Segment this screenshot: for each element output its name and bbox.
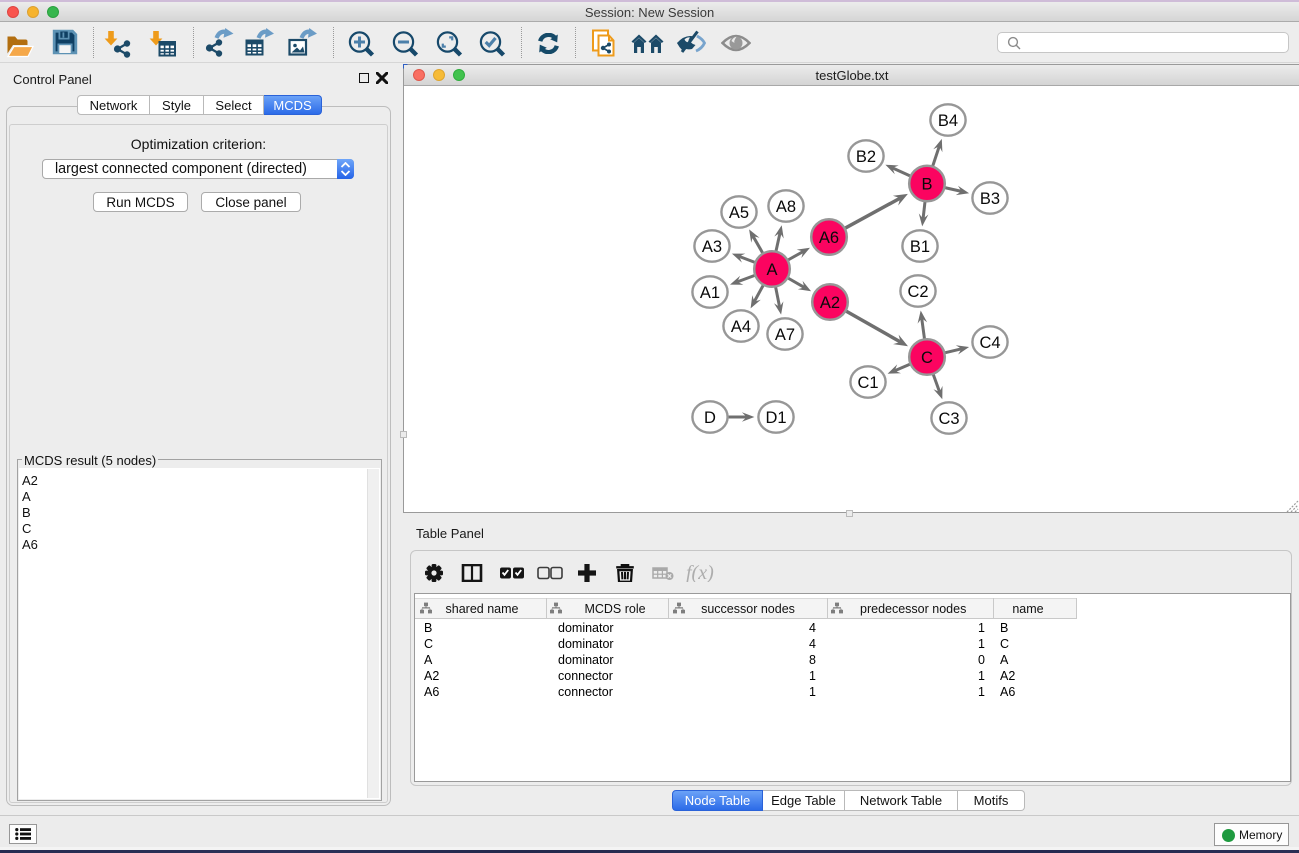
svg-text:A3: A3: [702, 238, 722, 256]
svg-text:A2: A2: [820, 294, 840, 312]
svg-text:A4: A4: [731, 318, 751, 336]
svg-text:D: D: [704, 409, 716, 427]
svg-text:A1: A1: [700, 284, 720, 302]
svg-text:C: C: [921, 349, 933, 367]
svg-text:C2: C2: [907, 283, 928, 301]
svg-text:C4: C4: [979, 334, 1000, 352]
svg-text:C1: C1: [857, 374, 878, 392]
svg-text:C3: C3: [938, 410, 959, 428]
svg-text:A: A: [766, 261, 777, 279]
svg-text:B4: B4: [938, 112, 958, 130]
svg-text:B2: B2: [856, 148, 876, 166]
svg-text:A6: A6: [819, 229, 839, 247]
svg-text:f(x): f(x): [686, 564, 714, 582]
svg-text:A8: A8: [776, 198, 796, 216]
svg-text:B: B: [921, 176, 932, 194]
svg-text:A5: A5: [729, 204, 749, 222]
svg-text:B1: B1: [910, 238, 930, 256]
svg-text:B3: B3: [980, 190, 1000, 208]
svg-text:A7: A7: [775, 326, 795, 344]
svg-text:D1: D1: [765, 409, 786, 427]
